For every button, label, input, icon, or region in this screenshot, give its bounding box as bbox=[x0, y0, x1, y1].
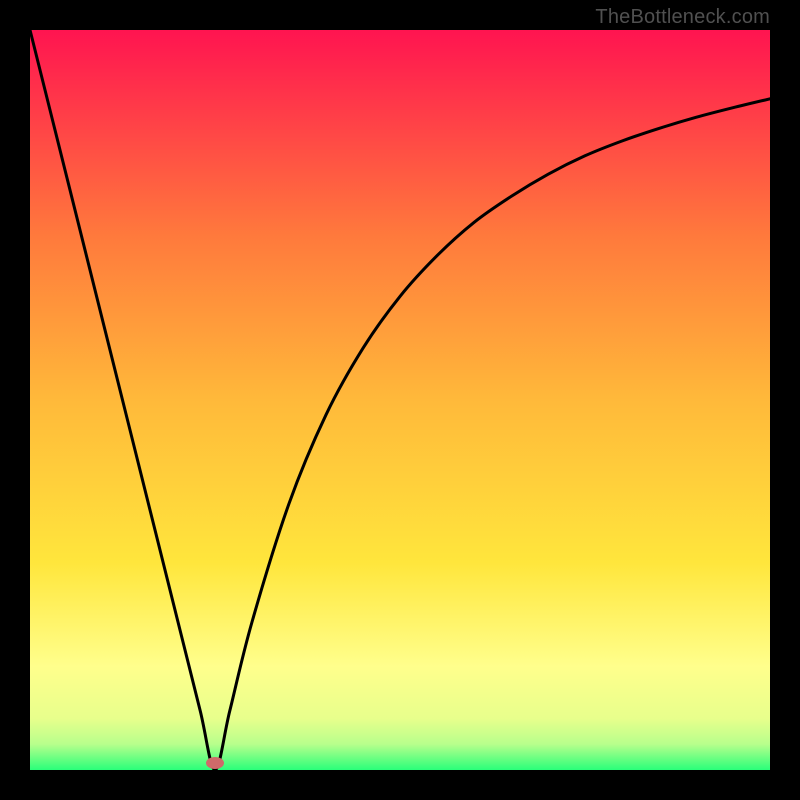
optimum-marker bbox=[206, 757, 224, 769]
chart-area bbox=[30, 30, 770, 770]
attribution-label: TheBottleneck.com bbox=[595, 6, 770, 29]
chart-background-gradient bbox=[30, 30, 770, 770]
